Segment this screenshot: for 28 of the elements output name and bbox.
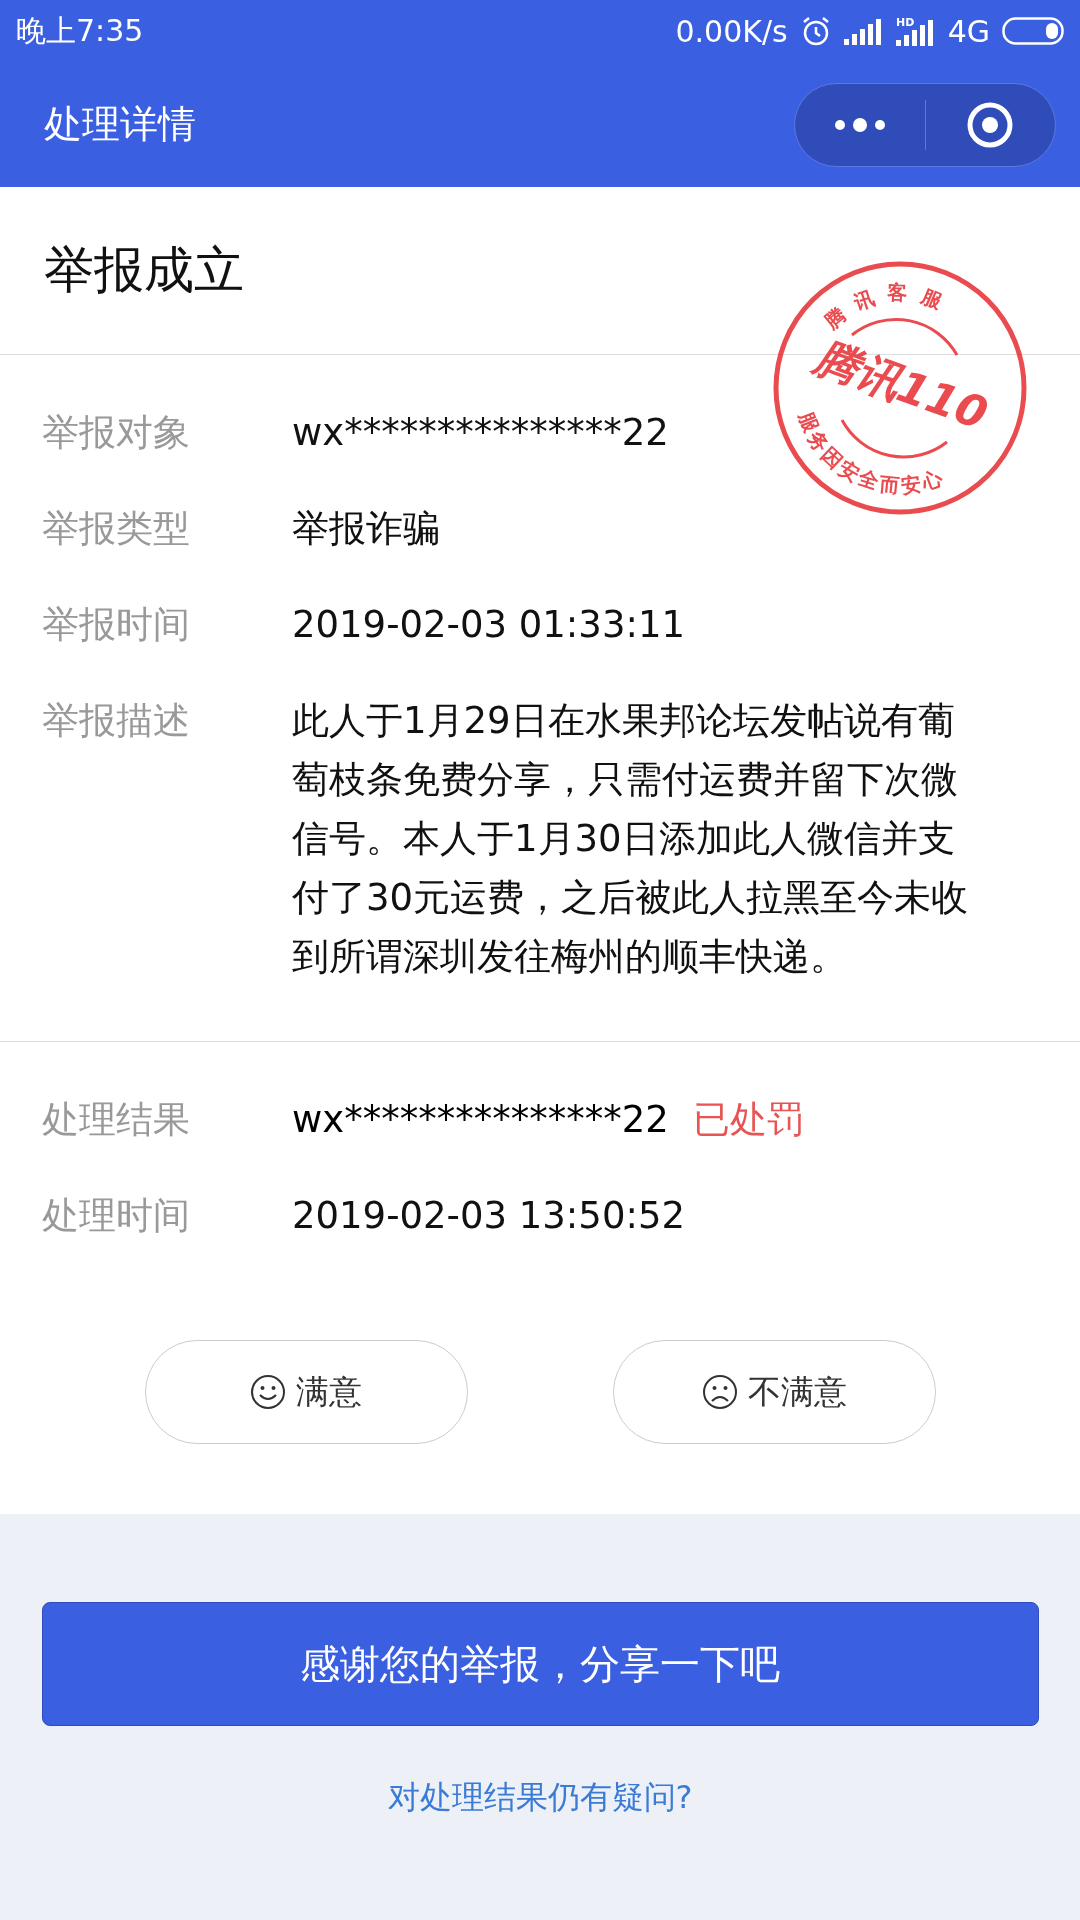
field-value: 此人于1月29日在水果邦论坛发帖说有葡萄枝条免费分享，只需付运费并留下次微信号。本人于1月30日添加此人微信并支付了30元运费，之后被此人拉黑至今未收到所谓深圳发往梅州的顺丰快递。 (292, 698, 970, 980)
question-link[interactable]: 对处理结果仍有疑问? (387, 1776, 693, 1820)
network-speed: 0.00K/s (675, 13, 788, 49)
field-label: 举报描述 (42, 698, 191, 744)
smiley-icon (250, 1374, 286, 1410)
more-icon (832, 116, 887, 133)
network-type: 4G (947, 13, 990, 49)
field-value: wx***************22 (292, 410, 669, 456)
field-label: 举报类型 (42, 506, 191, 552)
battery-icon (1002, 17, 1064, 45)
field-label: 举报时间 (42, 602, 191, 648)
field-value: wx***************22 (292, 1097, 669, 1143)
status-time: 晚上7:35 (16, 11, 144, 50)
field-label: 举报对象 (42, 410, 191, 456)
share-button[interactable]: 感谢您的举报，分享一下吧 (41, 1602, 1039, 1726)
field-label: 处理时间 (42, 1193, 191, 1239)
field-value: 举报诈骗 (292, 506, 440, 552)
field-label: 处理结果 (42, 1097, 191, 1143)
field-value: 2019-02-03 13:50:52 (292, 1193, 685, 1239)
target-icon (966, 100, 1015, 149)
signal-icon (843, 17, 884, 45)
field-value: 2019-02-03 01:33:11 (292, 602, 685, 648)
sad-face-icon (701, 1374, 738, 1410)
stamp-drawing: 腾讯客服 服务因安全而安心 腾讯110 (772, 260, 1028, 516)
dissatisfied-button[interactable]: 不满意 (612, 1340, 936, 1444)
satisfied-button[interactable]: 满意 (144, 1340, 468, 1444)
page-title: 处理详情 (44, 101, 196, 148)
penalty-tag: 已处罚 (692, 1090, 804, 1149)
